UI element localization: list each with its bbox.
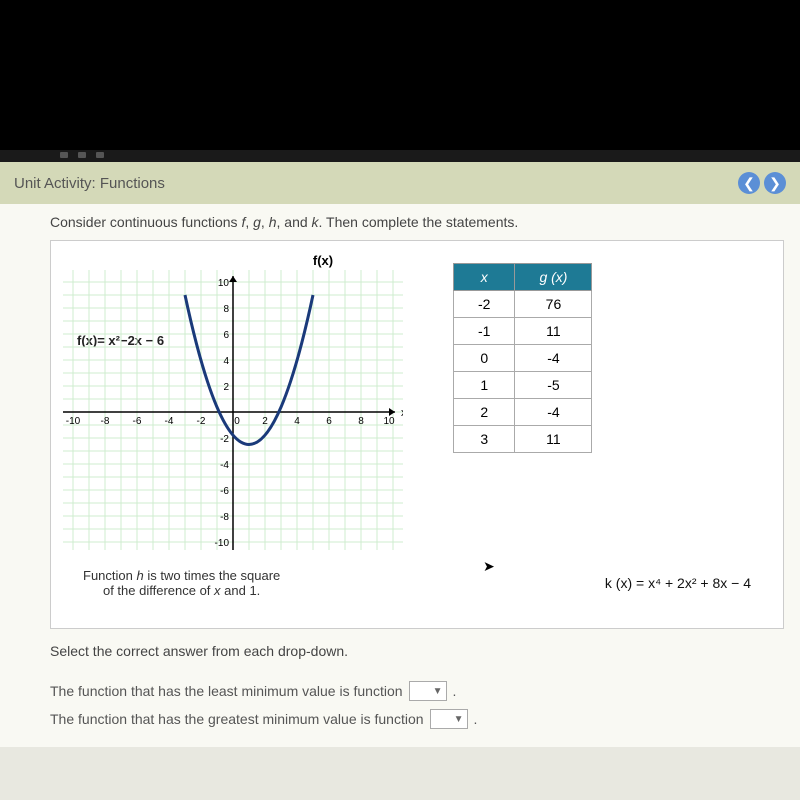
page-title: Unit Activity: Functions: [14, 175, 165, 192]
svg-text:2: 2: [262, 416, 268, 427]
svg-text:2: 2: [223, 382, 229, 393]
svg-text:-4: -4: [165, 416, 174, 427]
black-bar-top: [0, 0, 800, 150]
table-row: -276: [454, 291, 592, 318]
statement-least-text: The function that has the least minimum …: [50, 683, 403, 699]
table-row: 2-4: [454, 399, 592, 426]
header: Unit Activity: Functions ❮ ❯: [0, 162, 800, 204]
chevron-down-icon: ▼: [454, 714, 464, 725]
table-row: 311: [454, 426, 592, 453]
svg-text:-8: -8: [220, 512, 229, 523]
g-table-container: x g (x) -276 -111 0-4 1-5 2-4 311: [453, 263, 592, 453]
table-row: 1-5: [454, 372, 592, 399]
svg-text:4: 4: [294, 416, 300, 427]
graph-svg: -10 -8 -6 -4 -2 0 2 4 6 8 10 10 8 6 4 2 -2 -4 -6 -8 -10 x: [63, 270, 403, 550]
svg-text:0: 0: [234, 416, 240, 427]
h-function-description: Function h is two times the squareof the…: [83, 568, 280, 598]
period: .: [474, 711, 478, 727]
taskbar: [0, 150, 800, 162]
bottom-row: Function h is two times the squareof the…: [63, 568, 771, 598]
next-button[interactable]: ❯: [764, 172, 786, 194]
svg-text:-2: -2: [197, 416, 206, 427]
instruction-text: Consider continuous functions f, g, h, a…: [50, 214, 784, 230]
taskbar-dot: [78, 152, 86, 158]
function-graph: -10 -8 -6 -4 -2 0 2 4 6 8 10 10 8 6 4 2 -2 -4 -6 -8 -10 x: [63, 270, 403, 550]
svg-text:x: x: [401, 407, 403, 419]
two-column-layout: f(x) f(x)= x²−2x − 6: [63, 253, 771, 550]
statement-greatest-text: The function that has the greatest minim…: [50, 711, 424, 727]
svg-text:-4: -4: [220, 460, 229, 471]
page: Unit Activity: Functions ❮ ❯ Consider co…: [0, 162, 800, 747]
svg-text:6: 6: [326, 416, 332, 427]
dropdown-greatest[interactable]: ▼: [430, 709, 468, 729]
svg-text:-2: -2: [220, 434, 229, 445]
svg-text:-6: -6: [220, 486, 229, 497]
g-table: x g (x) -276 -111 0-4 1-5 2-4 311: [453, 263, 592, 453]
svg-text:-8: -8: [101, 416, 110, 427]
graph-container: f(x) f(x)= x²−2x − 6: [63, 253, 403, 550]
table-row: -111: [454, 318, 592, 345]
content: Consider continuous functions f, g, h, a…: [0, 204, 800, 747]
g-table-header-x: x: [454, 264, 515, 291]
taskbar-dot: [96, 152, 104, 158]
prev-button[interactable]: ❮: [738, 172, 760, 194]
svg-text:10: 10: [383, 416, 395, 427]
svg-text:8: 8: [223, 304, 229, 315]
graph-y-axis-label: f(x): [243, 253, 403, 268]
svg-text:10: 10: [218, 278, 230, 289]
svg-text:-10: -10: [66, 416, 81, 427]
dropdown-least[interactable]: ▼: [409, 681, 447, 701]
table-row: 0-4: [454, 345, 592, 372]
g-table-header-gx: g (x): [515, 264, 592, 291]
cursor-icon: ➤: [483, 558, 495, 574]
svg-text:4: 4: [223, 356, 229, 367]
svg-text:6: 6: [223, 330, 229, 341]
content-panel: f(x) f(x)= x²−2x − 6: [50, 240, 784, 629]
svg-text:-10: -10: [215, 538, 230, 549]
k-function-equation: k (x) = x⁴ + 2x² + 8x − 4: [605, 575, 751, 591]
nav-controls: ❮ ❯: [738, 172, 786, 194]
svg-text:-6: -6: [133, 416, 142, 427]
statement-least: The function that has the least minimum …: [50, 681, 784, 701]
period: .: [453, 683, 457, 699]
dropdown-instruction: Select the correct answer from each drop…: [50, 643, 784, 659]
svg-text:8: 8: [358, 416, 364, 427]
chevron-down-icon: ▼: [433, 686, 443, 697]
statement-greatest: The function that has the greatest minim…: [50, 709, 784, 729]
taskbar-dot: [60, 152, 68, 158]
